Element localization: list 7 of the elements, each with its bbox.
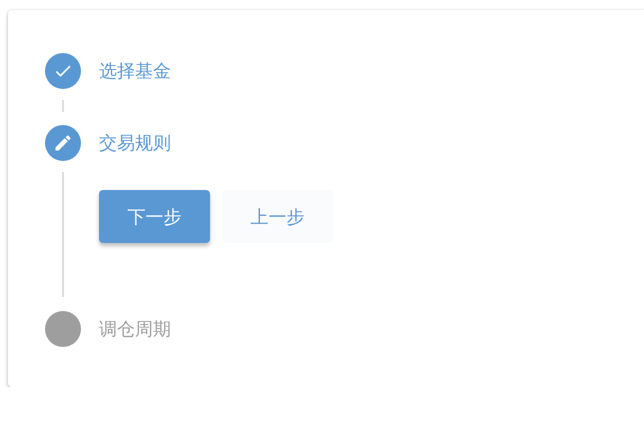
back-button[interactable]: 上一步 [222,190,333,243]
step-title[interactable]: 交易规则 [99,131,171,155]
pencil-icon [53,133,73,153]
next-button[interactable]: 下一步 [99,190,210,243]
step-indicator [45,311,81,347]
step-title[interactable]: 调仓周期 [99,317,171,341]
step-title[interactable]: 选择基金 [99,59,171,83]
